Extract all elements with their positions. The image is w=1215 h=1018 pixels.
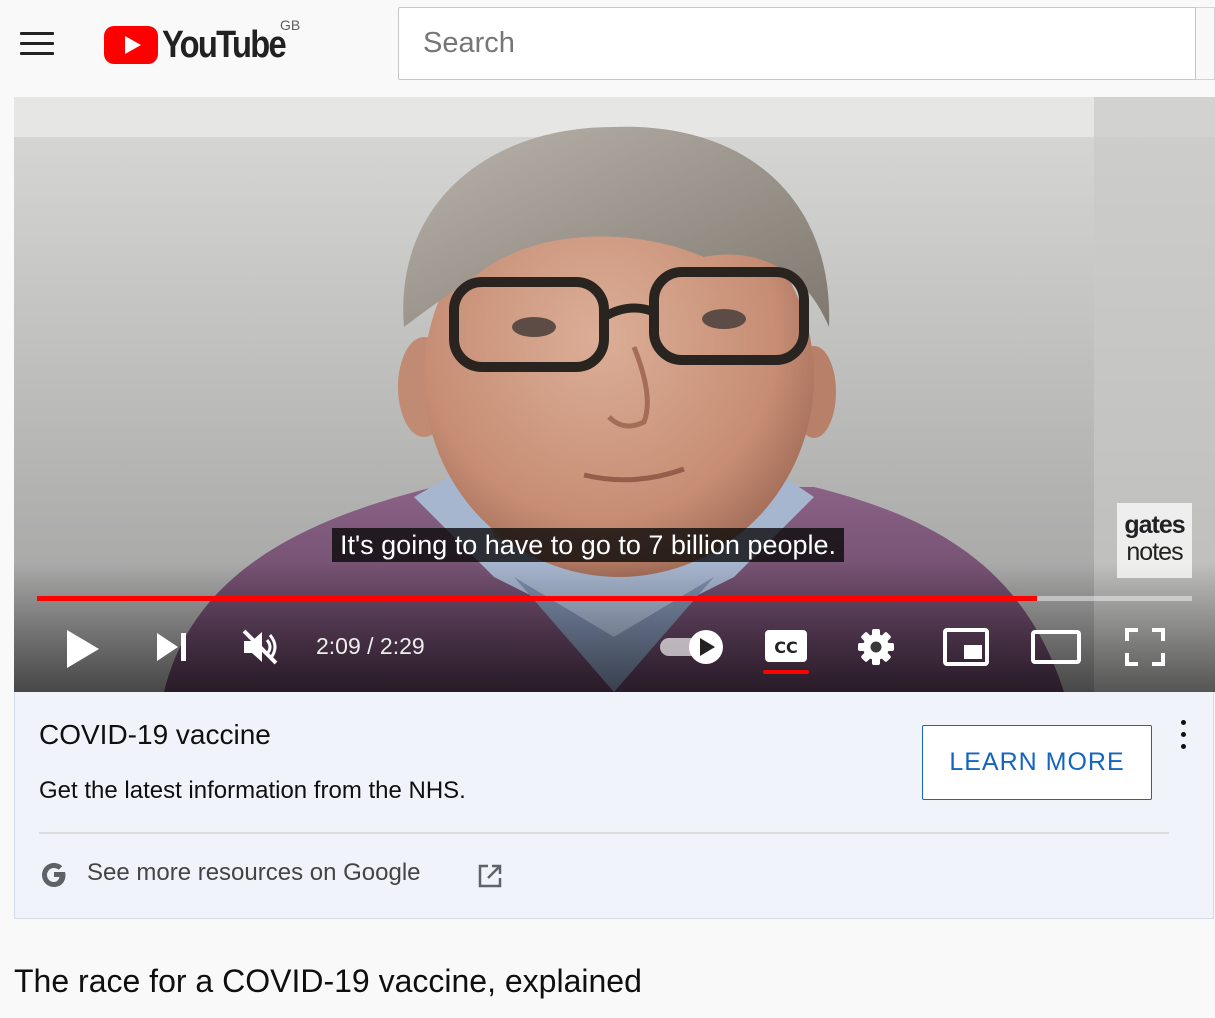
learn-more-button[interactable]: LEARN MORE (922, 725, 1152, 800)
play-icon[interactable] (64, 627, 102, 671)
captions-active-indicator (763, 670, 809, 674)
info-panel: COVID-19 vaccine Get the latest informat… (14, 692, 1214, 919)
muted-volume-icon[interactable] (240, 627, 280, 667)
settings-gear-icon[interactable] (856, 627, 896, 667)
google-resources-text: See more resources on Google (87, 859, 421, 886)
search-box[interactable] (398, 7, 1196, 80)
watermark-line1: gates (1124, 511, 1185, 539)
google-resources-link[interactable]: See more resources on Google (39, 857, 509, 891)
region-code: GB (280, 17, 301, 33)
logo-wordmark: YouTube (162, 24, 287, 66)
search-input[interactable] (399, 8, 1195, 79)
video-player[interactable]: It's going to have to go to 7 billion pe… (14, 97, 1215, 692)
youtube-logo-icon (104, 26, 158, 64)
next-icon[interactable] (154, 629, 190, 665)
controls-gradient (14, 562, 1215, 692)
caption-text: It's going to have to go to 7 billion pe… (332, 528, 845, 562)
youtube-logo[interactable]: YouTube GB (104, 17, 304, 66)
miniplayer-icon[interactable] (942, 627, 990, 667)
masthead: YouTube GB (0, 0, 1215, 96)
info-panel-subtitle: Get the latest information from the NHS. (39, 777, 466, 804)
external-link-icon (478, 864, 502, 888)
progress-played (37, 596, 1038, 601)
info-panel-title: COVID-19 vaccine (39, 719, 271, 750)
autoplay-toggle-icon[interactable] (658, 627, 728, 667)
search-button-edge[interactable] (1196, 7, 1215, 80)
more-vert-icon[interactable] (1175, 718, 1193, 752)
captions-icon[interactable]: CC (764, 629, 808, 663)
channel-watermark[interactable]: gates notes (1117, 503, 1192, 578)
time-display: 2:09 / 2:29 (316, 633, 425, 659)
watermark-line2: notes (1126, 538, 1183, 566)
info-panel-divider (39, 832, 1169, 834)
menu-icon[interactable] (20, 30, 54, 56)
progress-bar[interactable] (37, 596, 1192, 601)
theater-mode-icon[interactable] (1030, 629, 1082, 665)
fullscreen-icon[interactable] (1124, 627, 1166, 667)
video-title: The race for a COVID-19 vaccine, explain… (14, 963, 642, 999)
google-g-icon (42, 863, 66, 887)
svg-text:CC: CC (774, 638, 797, 657)
